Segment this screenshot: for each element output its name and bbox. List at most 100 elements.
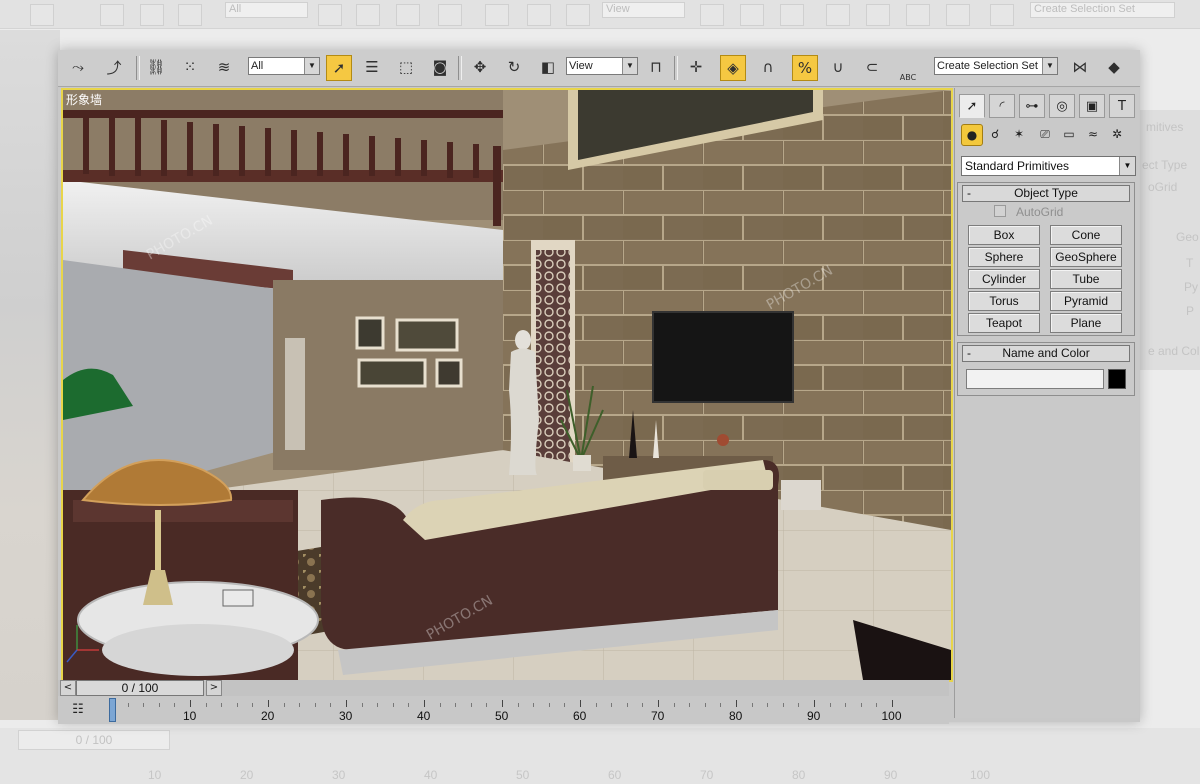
- spinner-snap-icon[interactable]: ∪: [826, 55, 850, 79]
- name-color-rollout: - Name and Color: [957, 342, 1135, 396]
- tick-mark: [221, 703, 223, 707]
- abc-icon[interactable]: ABC: [896, 55, 920, 89]
- tick-mark: [361, 703, 363, 707]
- ghost-manip-icon: [740, 4, 764, 26]
- tick-mark: [611, 703, 613, 707]
- object-type-header[interactable]: - Object Type: [962, 185, 1130, 202]
- scale-icon[interactable]: ◧: [536, 55, 560, 79]
- tick-mark: [439, 703, 441, 707]
- checkbox-icon: [994, 205, 1006, 217]
- tick-mark: [268, 700, 269, 707]
- rect-region-icon[interactable]: ⬚: [394, 55, 418, 79]
- utilities-tab-icon[interactable]: T: [1109, 94, 1135, 118]
- rotate-icon[interactable]: ↻: [502, 55, 526, 79]
- systems-icon[interactable]: ✲: [1107, 124, 1127, 144]
- primitive-category-dropdown[interactable]: Standard Primitives ▼: [961, 156, 1136, 176]
- autogrid-checkbox[interactable]: AutoGrid: [994, 205, 1063, 219]
- ghost-warp-icon: [178, 4, 202, 26]
- bind-icon[interactable]: ⛓: [144, 55, 168, 79]
- edit-named-sel-icon[interactable]: ⊂: [860, 55, 884, 79]
- select-object-icon[interactable]: ⁙: [178, 55, 202, 79]
- ghost-filter-field: All: [225, 2, 308, 18]
- tick-mark: [190, 700, 191, 707]
- ghost-bind-icon: [140, 4, 164, 26]
- cone-button[interactable]: Cone: [1050, 225, 1122, 245]
- ghost-angle-icon: [826, 4, 850, 26]
- tick-mark: [533, 703, 535, 707]
- geosphere-button[interactable]: GeoSphere: [1050, 247, 1122, 267]
- tick-mark: [143, 703, 145, 707]
- tick-mark: [767, 703, 769, 707]
- manipulate-icon[interactable]: ✛: [684, 55, 708, 79]
- ghost-snap-icon: [780, 4, 804, 26]
- modify-tab-icon[interactable]: ◜: [989, 94, 1015, 118]
- object-name-field[interactable]: [966, 369, 1104, 389]
- tick-label: 20: [261, 709, 275, 723]
- viewport-perspective[interactable]: 形象墙 PHOTO.CN PHOTO.CN PHOTO.CN: [61, 88, 953, 682]
- helpers-icon[interactable]: ▭: [1059, 124, 1079, 144]
- ghost-select-name-icon: [356, 4, 380, 26]
- ghost-tick: 70: [700, 768, 714, 782]
- ghost-spinner-icon: [906, 4, 930, 26]
- tick-mark: [860, 703, 862, 707]
- tick-mark: [736, 700, 737, 707]
- object-color-swatch[interactable]: [1108, 369, 1126, 389]
- named-selection-dropdown[interactable]: Create Selection Set ▼: [934, 57, 1058, 75]
- ghost-move-icon: [485, 4, 509, 26]
- shapes-icon[interactable]: ☌: [985, 124, 1005, 144]
- viewport-label[interactable]: 形象墙: [66, 91, 102, 108]
- sphere-button[interactable]: Sphere: [968, 247, 1040, 267]
- pyramid-button[interactable]: Pyramid: [1050, 291, 1122, 311]
- tick-mark: [814, 700, 815, 707]
- tick-mark: [127, 703, 129, 707]
- tick-mark: [470, 703, 472, 707]
- window-crossing-icon[interactable]: ◙: [428, 55, 452, 79]
- box-button[interactable]: Box: [968, 225, 1040, 245]
- snap-3d-icon[interactable]: ◈: [720, 55, 746, 81]
- lights-icon[interactable]: ✶: [1009, 124, 1029, 144]
- time-slider-thumb[interactable]: 0 / 100: [76, 680, 204, 696]
- tick-mark: [876, 703, 878, 707]
- display-tab-icon[interactable]: ▣: [1079, 94, 1105, 118]
- mini-curve-editor-icon[interactable]: ☷: [68, 702, 88, 720]
- percent-snap-icon[interactable]: %: [792, 55, 818, 81]
- create-tab-icon[interactable]: ➚: [959, 94, 985, 118]
- tube-button[interactable]: Tube: [1050, 269, 1122, 289]
- move-icon[interactable]: ✥: [468, 55, 492, 79]
- next-frame-icon[interactable]: >: [206, 680, 222, 696]
- background-toolbar: All View Create Selection Set: [0, 0, 1200, 29]
- torus-button[interactable]: Torus: [968, 291, 1040, 311]
- mirror-icon[interactable]: ⋈: [1068, 55, 1092, 79]
- select-icon[interactable]: ➚: [326, 55, 352, 81]
- toolbar-separator: [674, 56, 678, 80]
- dropdown-arrow-icon: ▼: [1119, 157, 1135, 175]
- hierarchy-tab-icon[interactable]: ⊶: [1019, 94, 1045, 118]
- geometry-icon[interactable]: ●: [961, 124, 983, 146]
- cameras-icon[interactable]: ⎚: [1035, 124, 1055, 144]
- bind-spacewarp-icon[interactable]: ≋: [212, 55, 236, 79]
- align-icon[interactable]: ◆: [1102, 55, 1126, 79]
- select-link-icon[interactable]: ⤳: [66, 55, 90, 79]
- unlink-icon[interactable]: ⤴: [102, 55, 126, 79]
- name-color-header[interactable]: - Name and Color: [962, 345, 1130, 362]
- tick-mark: [252, 703, 254, 707]
- spacewarps-icon[interactable]: ≈: [1083, 124, 1103, 144]
- prev-frame-icon[interactable]: <: [60, 680, 76, 696]
- collapse-icon: -: [967, 186, 971, 200]
- tick-mark: [392, 703, 394, 707]
- ref-coord-dropdown[interactable]: View ▼: [566, 57, 638, 75]
- cylinder-button[interactable]: Cylinder: [968, 269, 1040, 289]
- tick-mark: [782, 703, 784, 707]
- track-bar[interactable]: ☷ 0102030405060708090100: [58, 698, 949, 724]
- teapot-button[interactable]: Teapot: [968, 313, 1040, 333]
- ghost-tick: 50: [516, 768, 530, 782]
- current-frame-marker[interactable]: [109, 698, 116, 722]
- pivot-icon[interactable]: ⊓: [644, 55, 668, 79]
- select-by-name-icon[interactable]: ☰: [360, 55, 384, 79]
- plane-button[interactable]: Plane: [1050, 313, 1122, 333]
- selection-filter-dropdown[interactable]: All ▼: [248, 57, 320, 75]
- tick-mark: [564, 703, 566, 707]
- angle-snap-icon[interactable]: ∩: [756, 55, 780, 79]
- motion-tab-icon[interactable]: ◎: [1049, 94, 1075, 118]
- dropdown-arrow-icon: ▼: [304, 58, 319, 74]
